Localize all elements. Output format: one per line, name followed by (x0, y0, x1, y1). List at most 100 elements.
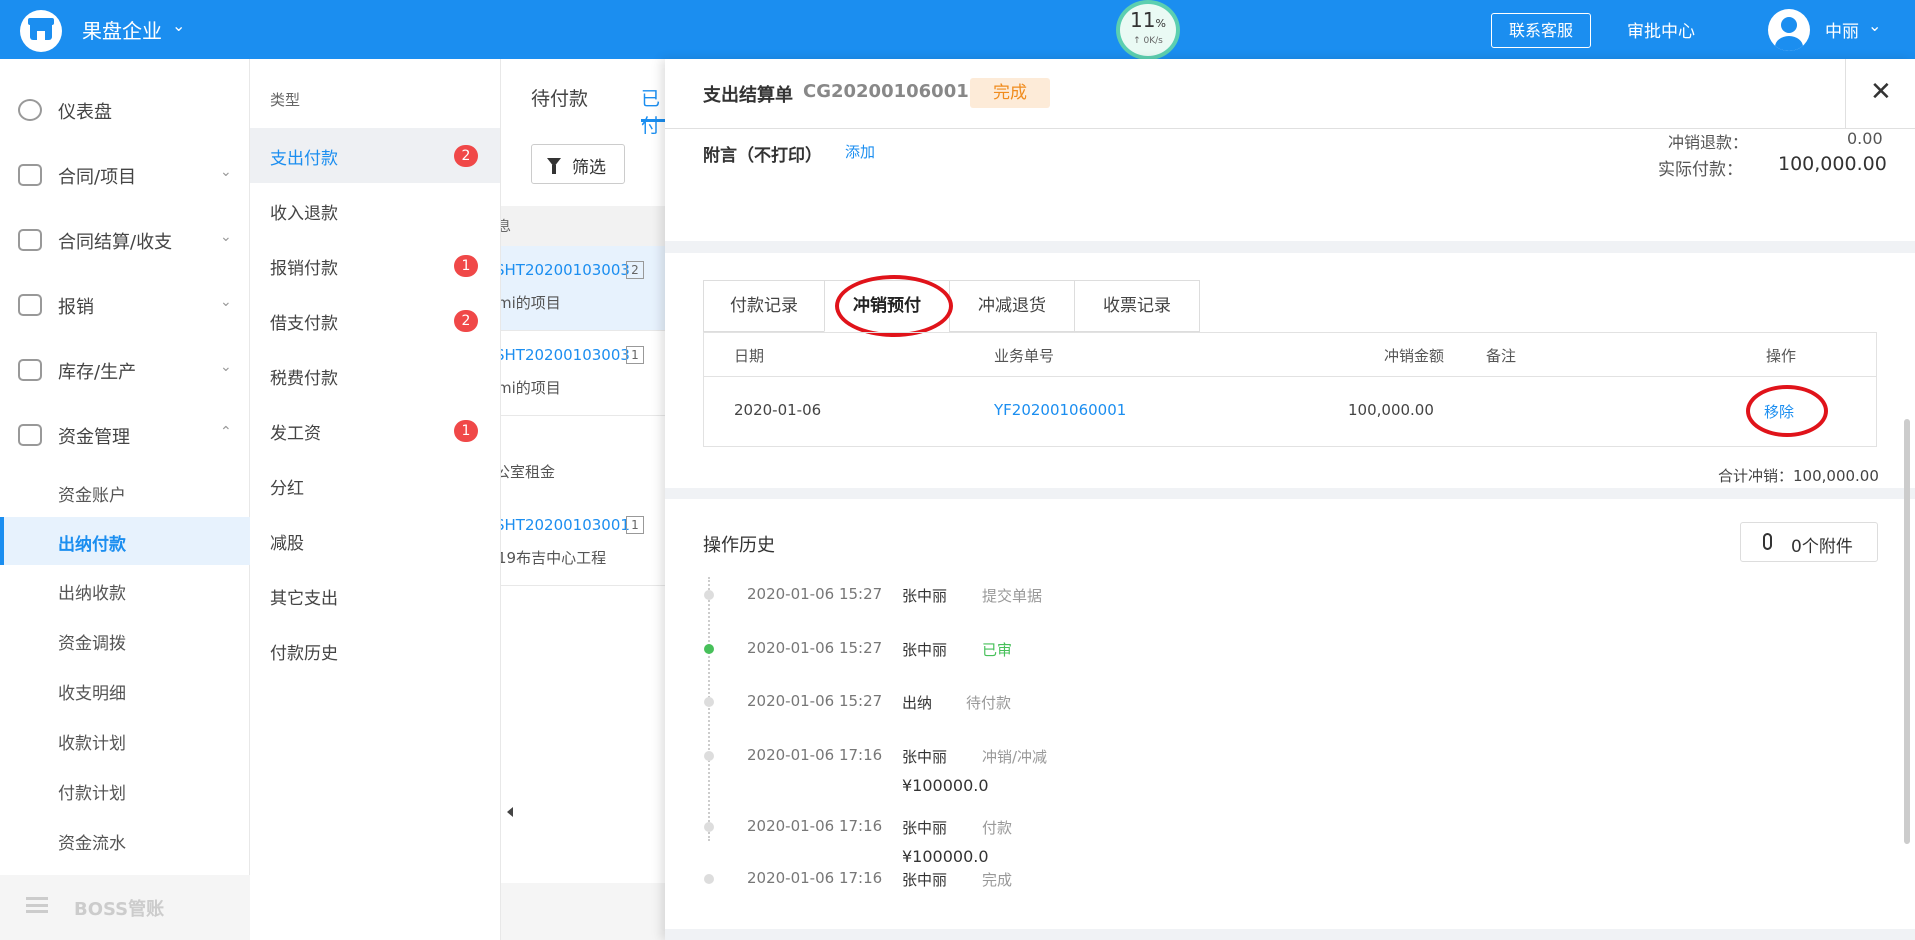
attachments-button[interactable]: 0个附件 (1740, 522, 1878, 562)
record-number: SHT20200103003 (501, 346, 630, 364)
sidebar-subitem-receipt-plan[interactable]: 收款计划 (0, 716, 250, 764)
sidebar-subitem-label: 出纳付款 (58, 535, 126, 555)
type-item[interactable]: 收入退款 (250, 183, 500, 238)
box-icon (18, 359, 42, 381)
document-settlement-icon (18, 229, 42, 251)
list-header-label: 息 (501, 219, 511, 235)
table-row: 2020-01-06 YF202001060001 100,000.00 移除 (704, 377, 1876, 447)
records-card: 付款记录 冲销预付 冲减退货 收票记录 日期 业务单号 冲销金额 备注 操作 2… (665, 253, 1915, 488)
sidebar-subitem-label: 收支明细 (58, 684, 126, 704)
timeline-line (708, 577, 710, 841)
history-user: 张中丽 (902, 819, 948, 837)
count-badge: 2 (454, 310, 478, 332)
filter-button[interactable]: 筛选 (531, 144, 625, 184)
history-user: 出纳 (902, 694, 933, 712)
sidebar-item-reimbursement[interactable]: 报销 ⌄ (0, 285, 250, 325)
close-icon[interactable]: ✕ (1870, 77, 1892, 107)
sidebar-subitem-income-expense[interactable]: 收支明细 (0, 666, 250, 714)
record-name: mi的项目 (501, 379, 561, 397)
sidebar-subitem-fund-transfer[interactable]: 资金调拨 (0, 616, 250, 664)
timeline-dot (704, 590, 714, 600)
sidebar-item-settlement[interactable]: 合同结算/收支 ⌄ (0, 220, 250, 260)
type-item[interactable]: 其它支出 (250, 568, 500, 623)
menu-collapse-icon (26, 897, 48, 913)
actual-paid-label: 实际付款： (1658, 160, 1743, 180)
tab-pending-payment[interactable]: 待付款 (531, 84, 588, 111)
type-item[interactable]: 报销付款 1 (250, 238, 500, 293)
sidebar-item-inventory[interactable]: 库存/生产 ⌄ (0, 350, 250, 390)
offset-table: 日期 业务单号 冲销金额 备注 操作 2020-01-06 YF20200106… (703, 332, 1877, 447)
sidebar-subitem-cashier-payment[interactable]: 出纳付款 (0, 517, 250, 565)
type-item[interactable]: 支出付款 2 (250, 128, 500, 183)
boss-toggle[interactable]: BOSS管账 (0, 875, 250, 940)
list-item[interactable]: SHT20200103001 1 19布吉中心工程 (501, 501, 666, 586)
history-time: 2020-01-06 15:27 (747, 692, 883, 710)
store-logo-icon[interactable] (20, 10, 62, 52)
list-item[interactable]: SHT20200103003 2 mi的项目 (501, 246, 666, 331)
type-item-label: 其它支出 (270, 589, 338, 609)
sidebar-item-funds[interactable]: 资金管理 ⌃ (0, 415, 250, 455)
sidebar-item-contracts[interactable]: 合同/项目 ⌄ (0, 155, 250, 195)
filter-icon (547, 158, 561, 174)
table-header: 日期 业务单号 冲销金额 备注 操作 (704, 333, 1876, 377)
sidebar-subitem-payment-plan[interactable]: 付款计划 (0, 766, 250, 814)
list-item[interactable]: 公室租金 (501, 461, 555, 482)
type-item[interactable]: 分红 (250, 458, 500, 513)
history-time: 2020-01-06 15:27 (747, 585, 883, 603)
tab-payment-records[interactable]: 付款记录 (703, 280, 825, 332)
timeline-dot (704, 697, 714, 707)
sidebar-subitem-label: 资金调拨 (58, 634, 126, 654)
history-user: 张中丽 (902, 748, 948, 766)
record-count: 1 (626, 516, 644, 534)
business-number-link[interactable]: YF202001060001 (994, 401, 1126, 419)
approval-center-link[interactable]: 审批中心 (1627, 17, 1695, 42)
chevron-down-icon[interactable]: ⌄ (172, 16, 185, 35)
sidebar-subitem-label: 出纳收款 (58, 584, 126, 604)
tab-invoice-records[interactable]: 收票记录 (1074, 280, 1200, 332)
record-list-panel: 待付款 已付 筛选 息 SHT20200103003 2 mi的项目 SHT20… (501, 59, 666, 940)
sidebar: 仪表盘 合同/项目 ⌄ 合同结算/收支 ⌄ 报销 ⌄ 库存/生产 ⌄ 资金管理 … (0, 59, 250, 940)
column-header: 冲销金额 (1384, 347, 1445, 365)
type-panel: 类型 支出付款 2 收入退款 报销付款 1 借支付款 2 税费付款 发工资 1 分红 减… (250, 59, 501, 940)
username[interactable]: 中丽 (1825, 17, 1859, 42)
sidebar-subitem-fund-flow[interactable]: 资金流水 (0, 816, 250, 864)
history-time: 2020-01-06 17:16 (747, 746, 883, 764)
offset-refund-label: 冲销退款： (1668, 133, 1749, 152)
network-speed-widget[interactable]: 11% ↑ 0K/s (1116, 0, 1180, 60)
type-item[interactable]: 发工资 1 (250, 403, 500, 458)
sidebar-item-label: 报销 (58, 297, 94, 318)
type-item[interactable]: 借支付款 2 (250, 293, 500, 348)
detail-title: 支出结算单 (703, 85, 793, 106)
tab-paid[interactable]: 已付 (641, 84, 666, 138)
type-item[interactable]: 减股 (250, 513, 500, 568)
history-time: 2020-01-06 15:27 (747, 639, 883, 657)
sidebar-subitem-fund-accounts[interactable]: 资金账户 (0, 468, 250, 516)
record-name: 19布吉中心工程 (501, 549, 607, 567)
type-item[interactable]: 税费付款 (250, 348, 500, 403)
vertical-scrollbar[interactable] (1904, 419, 1910, 844)
sidebar-subitem-label: 收款计划 (58, 734, 126, 754)
active-tab-indicator (641, 119, 666, 122)
scroll-left-arrow-icon[interactable] (507, 807, 513, 817)
type-item-label: 报销付款 (270, 259, 338, 279)
timeline-dot (704, 874, 714, 884)
note-summary-card: 附言（不打印） 添加 冲销退款： 0.00 实际付款： 100,000.00 (665, 129, 1915, 241)
sidebar-item-label: 库存/生产 (58, 362, 137, 383)
sidebar-subitem-label: 付款计划 (58, 784, 126, 804)
detail-header: 支出结算单 CG20200106001 完成 ✕ (665, 59, 1915, 129)
history-action: 完成 (982, 871, 1013, 889)
type-item[interactable]: 付款历史 (250, 623, 500, 678)
contact-service-button[interactable]: 联系客服 (1491, 13, 1591, 48)
sidebar-item-label: 资金管理 (58, 427, 130, 448)
list-item[interactable]: SHT20200103003 1 mi的项目 (501, 331, 666, 416)
sidebar-subitem-cashier-receipt[interactable]: 出纳收款 (0, 566, 250, 614)
sidebar-item-dashboard[interactable]: 仪表盘 (0, 90, 250, 130)
column-header: 业务单号 (994, 347, 1055, 365)
user-avatar[interactable] (1768, 9, 1810, 51)
status-badge: 完成 (970, 78, 1050, 108)
company-name[interactable]: 果盘企业 (82, 15, 162, 44)
tab-offset-returns[interactable]: 冲减退货 (949, 280, 1075, 332)
chevron-down-icon[interactable]: ⌄ (1868, 16, 1881, 35)
add-note-link[interactable]: 添加 (845, 141, 875, 162)
offset-refund-value: 0.00 (1847, 129, 1883, 148)
